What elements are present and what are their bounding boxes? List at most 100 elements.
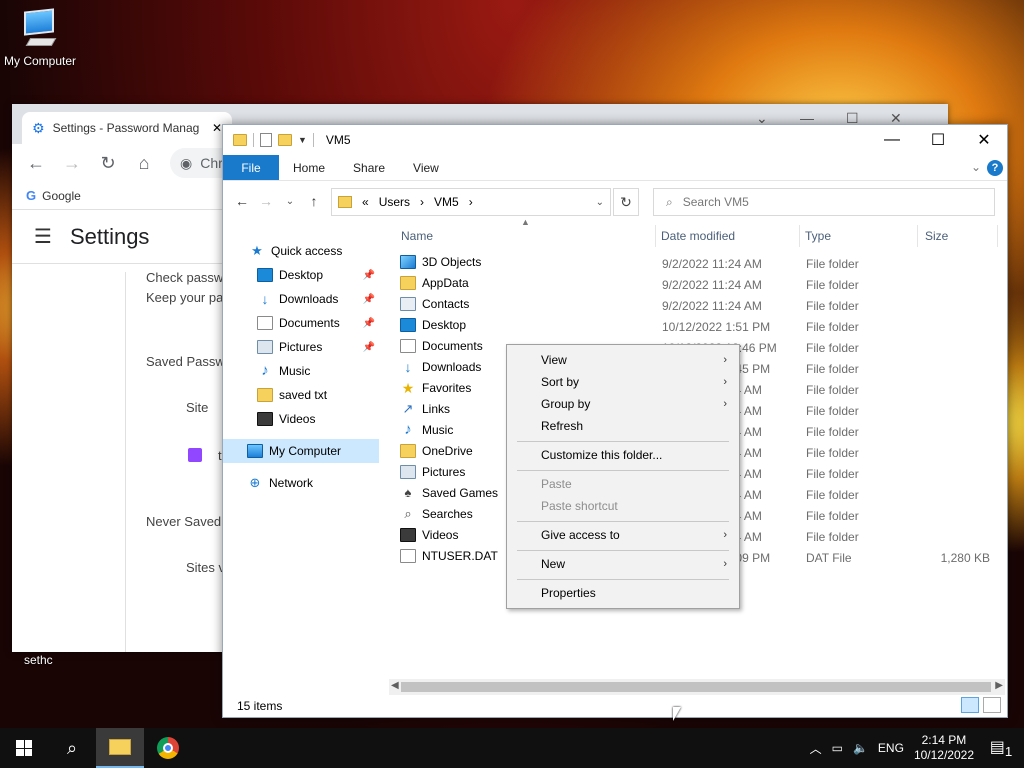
column-separator[interactable]	[655, 225, 656, 247]
expand-ribbon-icon[interactable]: ⌄	[971, 160, 981, 174]
close-icon[interactable]: ✕	[961, 125, 1007, 155]
videos-icon	[257, 412, 273, 426]
details-view-icon[interactable]	[961, 697, 979, 713]
scroll-left-icon[interactable]: ◀	[391, 680, 399, 691]
notification-count: 1	[1004, 744, 1013, 760]
help-icon[interactable]: ?	[987, 160, 1003, 176]
nav-item-desktop[interactable]: Desktop 📌	[223, 263, 379, 287]
chrome-tab[interactable]: ⚙ Settings - Password Manag ✕	[22, 112, 232, 144]
nav-item-saved-txt[interactable]: saved txt	[223, 383, 379, 407]
forward-arrow-icon[interactable]: →	[62, 153, 82, 174]
file-type: File folder	[806, 383, 859, 397]
nav-item-documents[interactable]: Documents 📌	[223, 311, 379, 335]
menu-item-new[interactable]: New ›	[507, 553, 739, 575]
horizontal-scrollbar[interactable]: ◀ ▶	[389, 679, 1005, 695]
notification-center-icon[interactable]: ▤1	[984, 737, 1018, 759]
scrollbar-thumb[interactable]	[401, 682, 991, 692]
pin-icon[interactable]: 📌	[363, 294, 375, 305]
desktop-sethc-label[interactable]: sethc	[24, 653, 53, 667]
file-row[interactable]: AppData 9/2/2022 11:24 AM File folder	[398, 274, 998, 295]
menu-item-give-access[interactable]: Give access to ›	[507, 524, 739, 546]
breadcrumb-users[interactable]: Users	[379, 195, 410, 209]
reload-icon[interactable]: ↻	[98, 153, 118, 174]
back-arrow-icon[interactable]: ←	[233, 193, 251, 209]
column-separator[interactable]	[799, 225, 800, 247]
bookmark-google[interactable]: Google	[42, 189, 81, 203]
nav-item-downloads[interactable]: ↓ Downloads 📌	[223, 287, 379, 311]
nav-label: Videos	[279, 412, 316, 426]
file-row[interactable]: Desktop 10/12/2022 1:51 PM File folder	[398, 316, 998, 337]
recent-locations-icon[interactable]: ⌄	[281, 196, 299, 207]
clock[interactable]: 2:14 PM 10/12/2022	[914, 733, 974, 763]
nav-network[interactable]: ⊕ Network	[223, 471, 379, 495]
network-icon[interactable]: ▭	[832, 741, 843, 755]
nav-item-music[interactable]: ♪ Music	[223, 359, 379, 383]
column-separator[interactable]	[997, 225, 998, 247]
file-name: Desktop	[422, 318, 467, 332]
close-icon[interactable]: ✕	[212, 121, 222, 135]
up-arrow-icon[interactable]: ↑	[305, 193, 323, 209]
menu-item-sort-by[interactable]: Sort by ›	[507, 371, 739, 393]
file-date: 9/2/2022 11:24 AM	[662, 257, 762, 271]
column-header-date[interactable]: Date modified	[661, 225, 735, 247]
search-input[interactable]: ⌕ Search VM5	[653, 188, 995, 216]
breadcrumb-vm5[interactable]: VM5	[434, 195, 459, 209]
chevron-down-icon[interactable]: ⌄	[596, 197, 604, 208]
nav-quick-access[interactable]: ★ Quick access	[223, 239, 379, 263]
column-header-size[interactable]: Size	[925, 225, 948, 247]
search-button[interactable]: ⌕	[48, 728, 96, 768]
breadcrumb-separator-icon[interactable]: ›	[469, 195, 473, 209]
menu-item-properties[interactable]: Properties	[507, 582, 739, 604]
taskbar-file-explorer[interactable]	[96, 728, 144, 768]
properties-icon[interactable]	[260, 133, 272, 147]
file-name: Saved Games	[422, 486, 499, 500]
breadcrumb-separator-icon[interactable]: ›	[420, 195, 424, 209]
chevron-up-icon[interactable]: ︿	[810, 740, 822, 757]
menu-item-view[interactable]: View ›	[507, 349, 739, 371]
start-button[interactable]	[0, 728, 48, 768]
computer-icon	[247, 444, 263, 458]
address-bar[interactable]: « Users › VM5 › ⌄	[331, 188, 611, 216]
tab-share[interactable]: Share	[339, 155, 399, 180]
volume-icon[interactable]: 🔈	[853, 741, 868, 755]
quick-access-dropdown-icon[interactable]: ▼	[298, 135, 307, 145]
desktop-my-computer[interactable]: My Computer	[2, 8, 78, 68]
menu-separator	[517, 579, 729, 580]
minimize-icon[interactable]: —	[869, 125, 915, 155]
nav-label: Network	[269, 476, 314, 490]
explorer-titlebar: ▼ VM5 — ☐ ✕	[223, 125, 1007, 155]
file-row[interactable]: Contacts 9/2/2022 11:24 AM File folder	[398, 295, 998, 316]
language-indicator[interactable]: ENG	[878, 741, 904, 755]
nav-item-videos[interactable]: Videos	[223, 407, 379, 431]
pin-icon[interactable]: 📌	[363, 342, 375, 353]
back-arrow-icon[interactable]: ←	[26, 153, 46, 174]
taskbar-chrome[interactable]	[144, 728, 192, 768]
refresh-icon[interactable]: ↻	[613, 188, 639, 216]
pin-icon[interactable]: 📌	[363, 270, 375, 281]
column-separator[interactable]	[917, 225, 918, 247]
forward-arrow-icon[interactable]: →	[257, 193, 275, 209]
folder-icon	[257, 388, 273, 402]
large-icons-view-icon[interactable]	[983, 697, 1001, 713]
tab-home[interactable]: Home	[279, 155, 339, 180]
file-row[interactable]: 3D Objects 9/2/2022 11:24 AM File folder	[398, 253, 998, 274]
home-icon[interactable]: ⌂	[134, 153, 154, 174]
menu-item-group-by[interactable]: Group by ›	[507, 393, 739, 415]
nav-my-computer[interactable]: My Computer	[223, 439, 379, 463]
tab-file[interactable]: File	[223, 155, 279, 180]
new-folder-icon[interactable]	[278, 134, 292, 146]
pin-icon[interactable]: 📌	[363, 318, 375, 329]
tab-view[interactable]: View	[399, 155, 453, 180]
column-header-name[interactable]: Name	[401, 225, 433, 247]
maximize-icon[interactable]: ☐	[915, 125, 961, 155]
menu-item-customize[interactable]: Customize this folder...	[507, 444, 739, 466]
column-header-type[interactable]: Type	[805, 225, 831, 247]
keep-passwords-text: Keep your pa	[146, 290, 224, 305]
hamburger-menu-icon[interactable]: ☰	[34, 224, 52, 249]
menu-item-refresh[interactable]: Refresh	[507, 415, 739, 437]
scroll-right-icon[interactable]: ▶	[995, 680, 1003, 691]
file-name: 3D Objects	[422, 255, 482, 269]
file-type: File folder	[806, 362, 859, 376]
nav-item-pictures[interactable]: Pictures 📌	[223, 335, 379, 359]
breadcrumb-overflow[interactable]: «	[362, 195, 369, 209]
